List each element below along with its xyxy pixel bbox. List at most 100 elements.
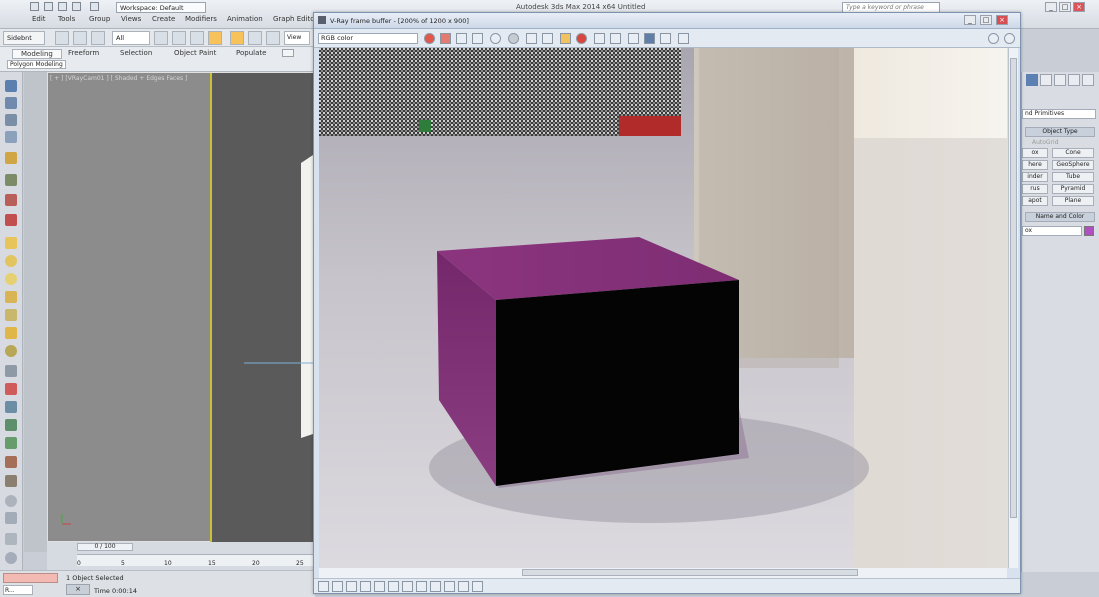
cone-icon[interactable] xyxy=(5,309,17,321)
script-button[interactable]: R... xyxy=(3,585,33,595)
ribbon-tab-selection[interactable]: Selection xyxy=(120,49,152,57)
vfb-track-icon[interactable] xyxy=(610,33,621,44)
vfb-red-channel-icon[interactable] xyxy=(424,33,435,44)
named-selection-set[interactable]: Sidebnt xyxy=(3,31,45,45)
primitive-button-tube[interactable]: Tube xyxy=(1052,172,1094,182)
create-category-icons[interactable] xyxy=(1026,92,1096,101)
select-object-icon[interactable] xyxy=(154,31,168,45)
open-file-icon[interactable] xyxy=(44,2,53,11)
system-icon[interactable] xyxy=(5,419,17,431)
create-icon[interactable] xyxy=(5,80,17,92)
omni-icon[interactable] xyxy=(5,345,17,357)
vfb-color-corrections-icon[interactable] xyxy=(318,581,329,592)
restore-icon[interactable]: □ xyxy=(1059,2,1071,12)
render-image[interactable] xyxy=(319,48,1007,568)
hierarchy-icon[interactable] xyxy=(5,114,17,126)
global-icon[interactable] xyxy=(5,552,17,564)
vfb-swap-icon[interactable] xyxy=(444,581,455,592)
menu-views[interactable]: Views xyxy=(121,15,141,23)
vfb-mono-icon[interactable] xyxy=(490,33,501,44)
box-icon[interactable] xyxy=(5,237,17,249)
cylinder-icon[interactable] xyxy=(5,273,17,285)
plant-icon[interactable] xyxy=(5,437,17,449)
primitive-button-here[interactable]: here xyxy=(1022,160,1048,170)
ribbon-tab-modeling[interactable]: Modeling xyxy=(12,49,62,59)
vfb-lut-bottom-icon[interactable] xyxy=(388,581,399,592)
primitive-button-geosphere[interactable]: GeoSphere xyxy=(1052,160,1094,170)
helper-icon[interactable] xyxy=(5,383,17,395)
modify-icon[interactable] xyxy=(5,97,17,109)
move-icon[interactable] xyxy=(230,31,244,45)
light-icon[interactable] xyxy=(5,327,17,339)
camera-icon[interactable] xyxy=(5,365,17,377)
motion-icon[interactable] xyxy=(5,131,17,143)
vfb-clear-icon[interactable] xyxy=(542,33,553,44)
rotate-icon[interactable] xyxy=(248,31,262,45)
object-type-rollout[interactable]: Object Type xyxy=(1025,127,1095,137)
vfb-load-icon[interactable] xyxy=(526,33,537,44)
vfb-maximize-icon[interactable]: □ xyxy=(980,15,992,25)
vfb-options-icon[interactable] xyxy=(988,33,999,44)
minimize-icon[interactable]: _ xyxy=(1045,2,1057,12)
vfb-info-icon[interactable] xyxy=(458,581,469,592)
vfb-link-icon[interactable] xyxy=(628,33,639,44)
dog-icon[interactable] xyxy=(5,475,17,487)
motion-tab-icon[interactable] xyxy=(1068,74,1080,86)
primitive-button-rus[interactable]: rus xyxy=(1022,184,1048,194)
window-crossing-icon[interactable] xyxy=(208,31,222,45)
object-color-swatch[interactable] xyxy=(1084,226,1094,236)
reference-coordinate-dropdown[interactable]: View xyxy=(284,31,310,45)
paint-icon[interactable] xyxy=(5,194,17,206)
render-icon[interactable] xyxy=(5,214,17,226)
selection-filter-dropdown[interactable]: All xyxy=(112,31,150,45)
primitive-type-dropdown[interactable]: nd Primitives xyxy=(1022,109,1096,119)
vfb-alpha-icon[interactable] xyxy=(472,33,483,44)
track-bar[interactable]: 0 5 10 15 20 25 xyxy=(77,554,315,567)
sphere-icon[interactable] xyxy=(5,255,17,267)
vfb-abc-icon[interactable] xyxy=(430,581,441,592)
redo-icon[interactable] xyxy=(90,2,99,11)
polygon-modeling-panel[interactable]: Polygon Modeling xyxy=(7,60,66,69)
timeline[interactable]: 0 / 100 0 5 10 15 20 25 xyxy=(47,542,315,570)
menu-modifiers[interactable]: Modifiers xyxy=(185,15,217,23)
primitive-button-inder[interactable]: inder xyxy=(1022,172,1048,182)
lock-icon[interactable]: × xyxy=(66,584,90,595)
command-panel-tabs[interactable] xyxy=(1026,74,1096,87)
vfb-exposure-icon[interactable] xyxy=(360,581,371,592)
object-name-field[interactable]: ox xyxy=(1022,226,1082,236)
primitive-button-pyramid[interactable]: Pyramid xyxy=(1052,184,1094,194)
vfb-stamp-icon[interactable] xyxy=(472,581,483,592)
bind-spacewarp-icon[interactable] xyxy=(91,31,105,45)
close-icon[interactable]: × xyxy=(1073,2,1085,12)
menu-tools[interactable]: Tools xyxy=(58,15,75,23)
menu-group[interactable]: Group xyxy=(89,15,110,23)
utilities-icon[interactable] xyxy=(5,174,17,186)
pet-icon[interactable] xyxy=(5,456,17,468)
scale-icon[interactable] xyxy=(266,31,280,45)
menu-edit[interactable]: Edit xyxy=(32,15,46,23)
name-color-rollout[interactable]: Name and Color xyxy=(1025,212,1095,222)
vfb-close-icon[interactable]: × xyxy=(996,15,1008,25)
primitive-button-plane[interactable]: Plane xyxy=(1052,196,1094,206)
vfb-ocio-icon[interactable] xyxy=(402,581,413,592)
vfb-duplicate-icon[interactable] xyxy=(560,33,571,44)
unlink-icon[interactable] xyxy=(73,31,87,45)
primitive-button-cone[interactable]: Cone xyxy=(1052,148,1094,158)
torus-icon[interactable] xyxy=(5,291,17,303)
vfb-region-icon[interactable] xyxy=(594,33,605,44)
camera-viewport[interactable]: [ + ] [VRayCam01 ] [ Shaded + Edges Face… xyxy=(47,72,316,543)
link-icon[interactable] xyxy=(55,31,69,45)
hierarchy-tab-icon[interactable] xyxy=(1054,74,1066,86)
vfb-curve-icon[interactable] xyxy=(346,581,357,592)
create-tab-icon[interactable] xyxy=(1026,74,1038,86)
tools-icon[interactable] xyxy=(5,512,17,524)
workspace-selector[interactable]: Workspace: Default xyxy=(116,2,206,13)
vfb-stop-icon[interactable] xyxy=(576,33,587,44)
menu-create[interactable]: Create xyxy=(152,15,175,23)
vfb-horizontal-scrollbar[interactable] xyxy=(319,568,1007,578)
vfb-history-icon[interactable] xyxy=(660,33,671,44)
menu-animation[interactable]: Animation xyxy=(227,15,263,23)
vfb-vertical-scrollbar[interactable] xyxy=(1008,48,1018,568)
primitive-button-ox[interactable]: ox xyxy=(1022,148,1048,158)
primitive-button-apot[interactable]: apot xyxy=(1022,196,1048,206)
